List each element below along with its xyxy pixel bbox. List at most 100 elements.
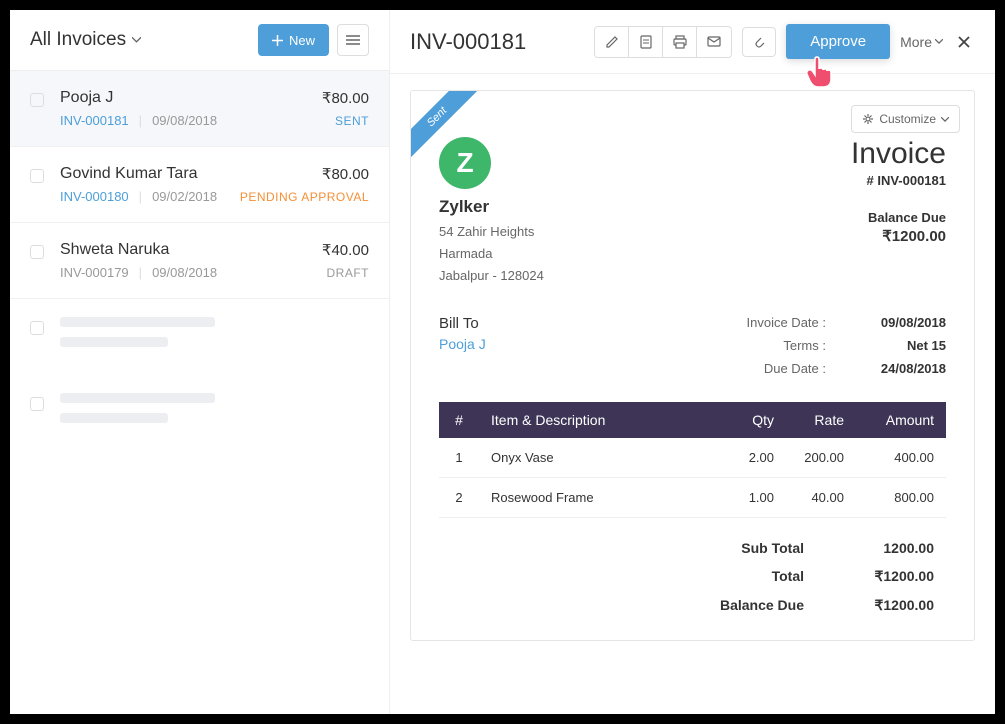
cell-desc: Onyx Vase [479,438,726,478]
attach-button[interactable] [742,27,776,57]
billto-label: Bill To [439,315,486,332]
edit-button[interactable] [595,27,629,57]
meta-row: Invoice Date : 09/08/2018 [736,315,946,330]
cell-amount: 800.00 [856,478,946,518]
cell-index: 1 [439,438,479,478]
mail-icon [707,36,721,47]
col-index: # [439,402,479,438]
more-dropdown[interactable]: More [900,34,943,50]
col-qty: Qty [726,402,786,438]
balance-due-label: Balance Due [851,210,946,225]
close-icon [957,35,971,49]
caret-down-icon [132,37,141,43]
invoice-customer-name: Pooja J [60,89,113,107]
invoice-status: SENT [335,114,369,128]
sidebar: All Invoices New Pooja J ₹80.00 INV-0001… [10,10,390,714]
totals-section: Sub Total1200.00 Total ₹1200.00 Balance Due… [439,534,946,620]
total-value: ₹1200.00 [854,568,934,585]
col-amount: Amount [856,402,946,438]
meta-label: Terms : [736,338,826,353]
col-description: Item & Description [479,402,726,438]
invoice-checkbox[interactable] [30,93,44,107]
invoice-amount: ₹40.00 [322,241,369,259]
table-row: 1 Onyx Vase 2.00 200.00 400.00 [439,438,946,478]
total-row: Sub Total1200.00 [439,534,946,562]
list-options-button[interactable] [337,24,369,56]
meta-value: 24/08/2018 [866,361,946,376]
print-button[interactable] [663,27,697,57]
billto-customer[interactable]: Pooja J [439,336,486,352]
invoice-date: 09/08/2018 [152,265,217,280]
meta-row: Due Date : 24/08/2018 [736,361,946,376]
customize-label: Customize [879,112,936,126]
customize-button[interactable]: Customize [851,105,960,133]
meta-label: Due Date : [736,361,826,376]
invoice-status: PENDING APPROVAL [240,190,369,204]
invoice-amount: ₹80.00 [322,165,369,183]
skeleton-item [10,375,389,451]
balance-due-amount: ₹1200.00 [851,227,946,245]
line-items-table: # Item & Description Qty Rate Amount 1 O… [439,402,946,518]
total-label: Sub Total [714,540,804,556]
email-button[interactable] [697,27,731,57]
invoice-status: DRAFT [327,266,370,280]
new-button-label: New [289,33,315,48]
invoice-number: INV-000179 [60,265,129,280]
approve-button[interactable]: Approve [786,24,890,59]
col-rate: Rate [786,402,856,438]
invoice-customer-name: Govind Kumar Tara [60,165,198,183]
total-row: Balance Due₹1200.00 [439,591,946,620]
invoice-date: 09/08/2018 [152,113,217,128]
invoice-list-item[interactable]: Pooja J ₹80.00 INV-000181 | 09/08/2018 S… [10,71,389,147]
cell-qty: 2.00 [726,438,786,478]
ribbon-text: Sent [411,91,479,159]
new-invoice-button[interactable]: New [258,24,329,56]
more-label: More [900,34,932,50]
gear-icon [862,113,874,125]
invoice-list-item[interactable]: Govind Kumar Tara ₹80.00 INV-000180 | 09… [10,147,389,223]
invoice-meta: Invoice Date :09/08/2018Terms :Net 15Due… [736,315,946,384]
company-name: Zylker [439,197,544,217]
meta-label: Invoice Date : [736,315,826,330]
hamburger-icon [346,35,360,45]
sidebar-actions: New [258,24,369,56]
pdf-button[interactable] [629,27,663,57]
invoice-checkbox[interactable] [30,169,44,183]
close-button[interactable] [953,35,975,49]
paperclip-icon [753,35,765,49]
caret-down-icon [935,39,943,44]
printer-icon [673,35,687,49]
total-label: Total [714,568,804,585]
skeleton-item [10,299,389,375]
invoices-filter-dropdown[interactable]: All Invoices [30,29,141,51]
invoice-checkbox[interactable] [30,245,44,259]
invoice-number: INV-000181 [60,113,129,128]
billto-section: Bill To Pooja J Invoice Date : 09/08/2018… [439,315,946,384]
invoice-amount: ₹80.00 [322,89,369,107]
approve-label: Approve [810,33,866,50]
meta-value: 09/08/2018 [866,315,946,330]
cell-qty: 1.00 [726,478,786,518]
pdf-icon [640,35,652,49]
cell-desc: Rosewood Frame [479,478,726,518]
table-row: 2 Rosewood Frame 1.00 40.00 800.00 [439,478,946,518]
sidebar-header: All Invoices New [10,10,389,71]
invoice-number: INV-000180 [60,189,129,204]
main-panel: INV-000181 Approve [390,10,995,714]
invoice-date: 09/02/2018 [152,189,217,204]
document-number: # INV-000181 [851,173,946,188]
status-ribbon: Sent [411,91,481,161]
invoice-list-item[interactable]: Shweta Naruka ₹40.00 INV-000179 | 09/08/… [10,223,389,299]
cell-index: 2 [439,478,479,518]
caret-down-icon [941,117,949,122]
company-section: Z Zylker 54 Zahir Heights Harmada Jabalp… [439,137,946,287]
plus-icon [272,35,283,46]
pointer-hand-icon [804,55,834,91]
main-body: Sent Customize Z Zylker 54 Zahir Heights… [390,74,995,714]
main-header: INV-000181 Approve [390,10,995,74]
document-summary: Invoice # INV-000181 Balance Due ₹1200.0… [851,137,946,287]
company-address: 54 Zahir Heights Harmada Jabalpur - 1280… [439,221,544,287]
cell-rate: 200.00 [786,438,856,478]
invoice-card: Sent Customize Z Zylker 54 Zahir Heights… [410,90,975,641]
cell-rate: 40.00 [786,478,856,518]
